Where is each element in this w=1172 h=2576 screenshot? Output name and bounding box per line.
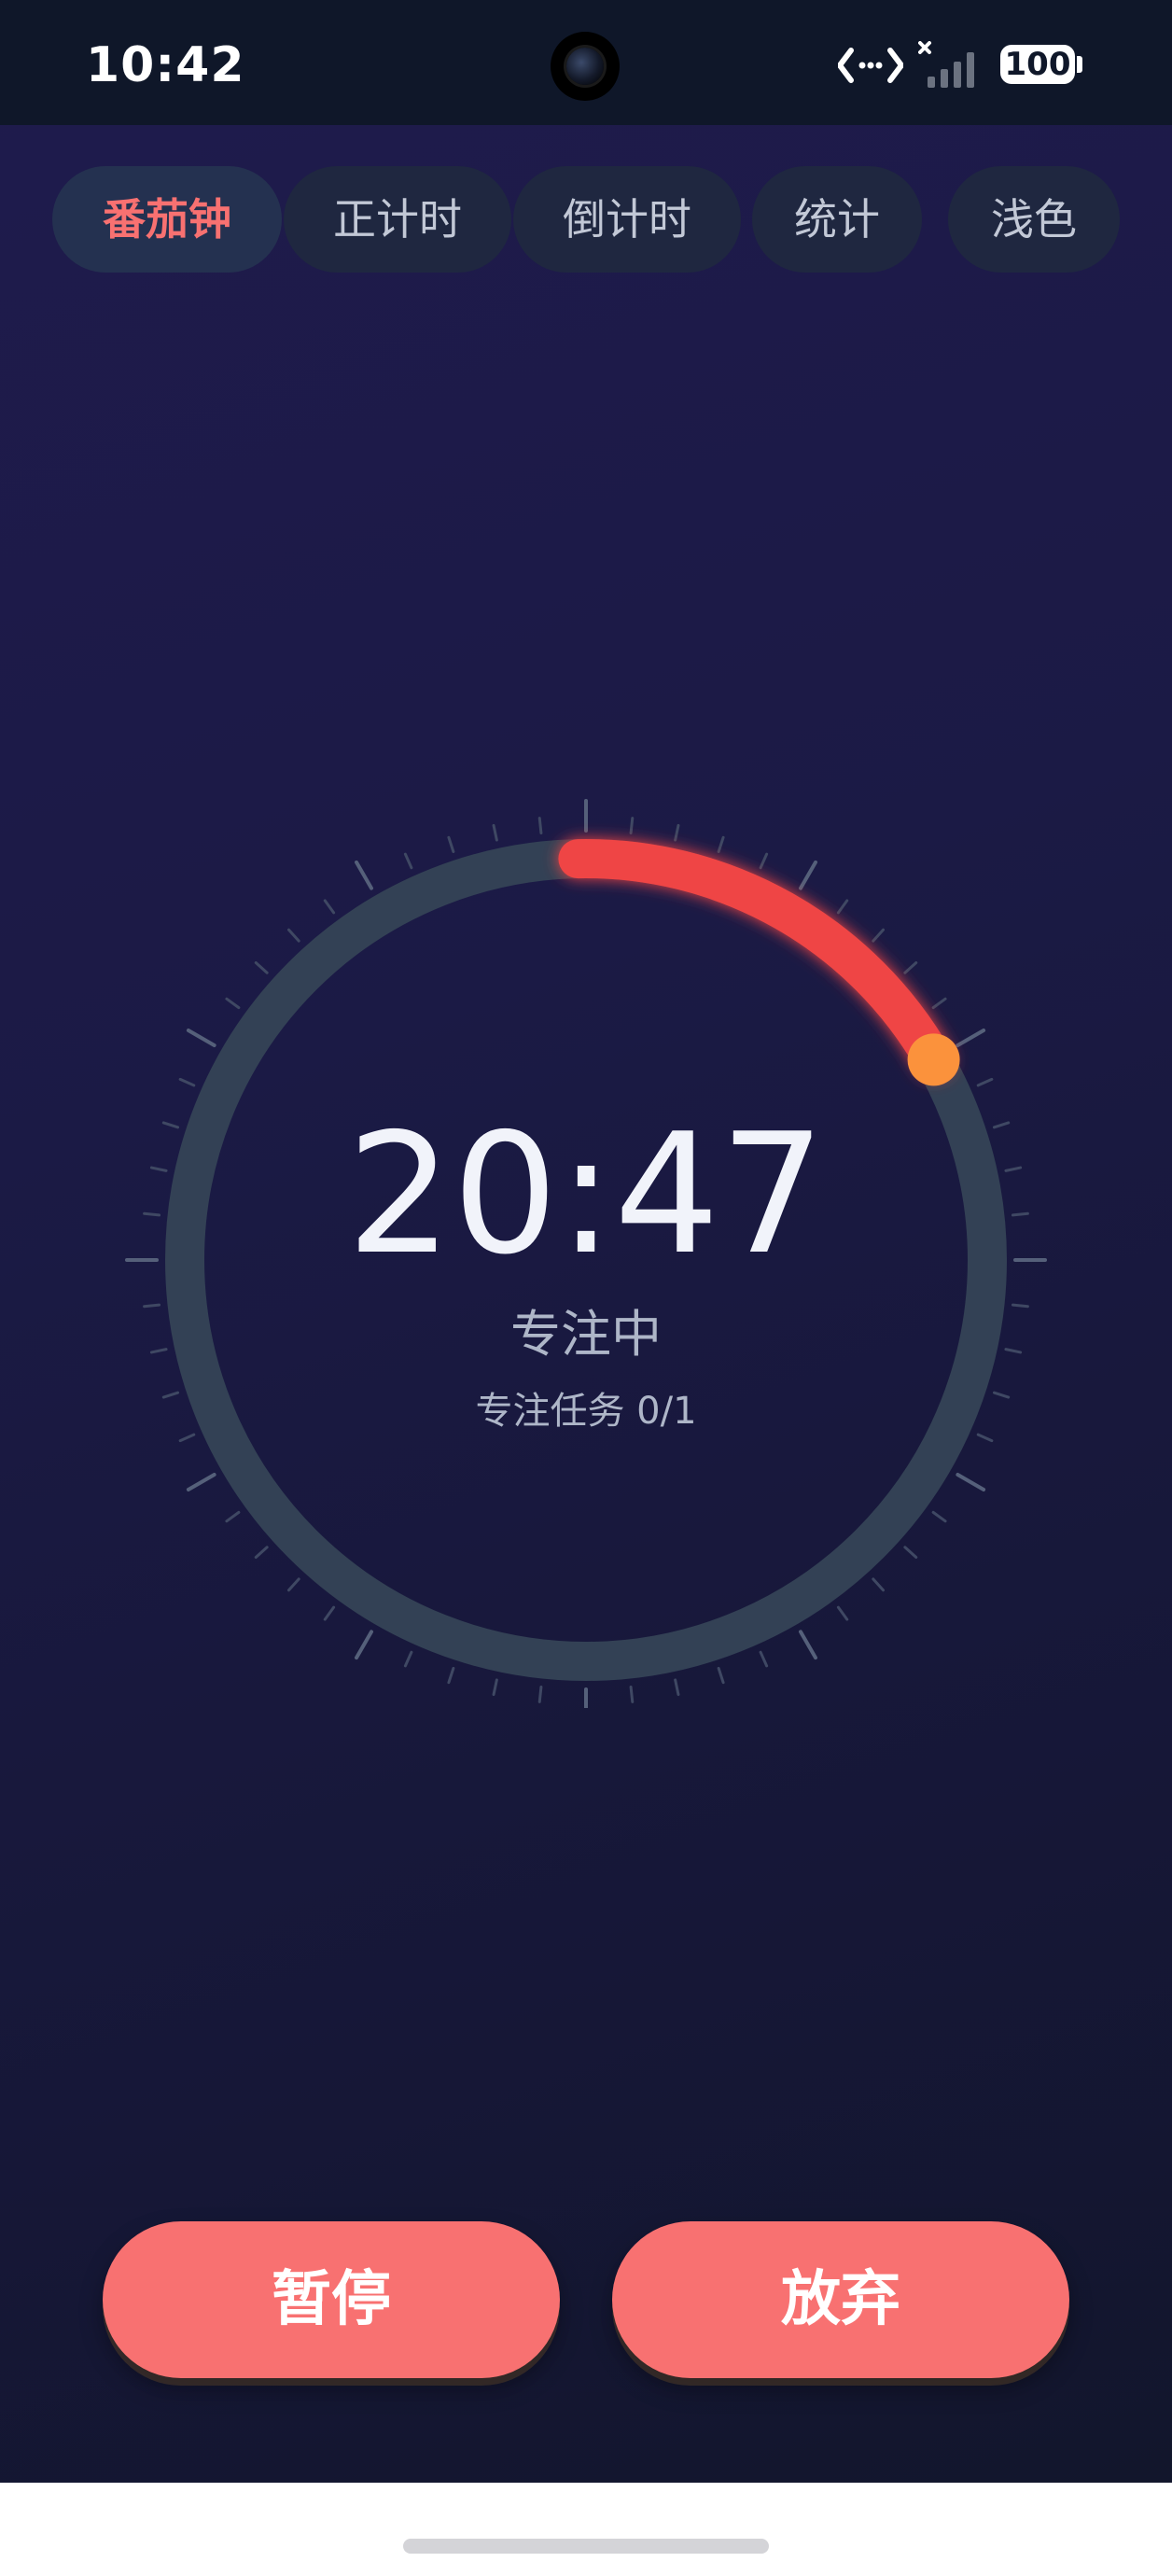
dial-tick bbox=[717, 1666, 725, 1685]
dial-tick bbox=[447, 835, 455, 854]
dial-tick bbox=[956, 1473, 986, 1491]
abandon-button[interactable]: 放弃 bbox=[612, 2221, 1069, 2378]
dial-tick bbox=[799, 860, 817, 890]
status-icons: 100 bbox=[838, 39, 1082, 91]
dial-tick bbox=[836, 899, 849, 915]
tab-statistics[interactable]: 统计 bbox=[752, 166, 922, 273]
dial-tick bbox=[629, 1685, 635, 1703]
battery-icon: 100 bbox=[1000, 45, 1075, 84]
dial-tick bbox=[799, 1630, 817, 1660]
dial-tick bbox=[717, 835, 725, 854]
dial-tick bbox=[355, 860, 373, 890]
dial-tick bbox=[447, 1666, 455, 1685]
dial-tick bbox=[759, 852, 769, 870]
tab-stopwatch[interactable]: 正计时 bbox=[284, 166, 511, 273]
status-bar: 10:42 100 bbox=[0, 0, 1172, 125]
home-indicator[interactable] bbox=[403, 2539, 769, 2554]
dial-tick bbox=[674, 1678, 680, 1697]
dial-tick bbox=[186, 1029, 216, 1047]
dial-tick bbox=[872, 928, 886, 943]
dial-tick bbox=[403, 1650, 413, 1668]
dial-tick bbox=[225, 997, 241, 1010]
tab-countdown[interactable]: 倒计时 bbox=[513, 166, 741, 273]
tab-light-theme[interactable]: 浅色 bbox=[948, 166, 1120, 273]
dial-tick bbox=[492, 823, 498, 842]
dial-tick bbox=[931, 1510, 947, 1523]
dial-tick bbox=[178, 1077, 196, 1087]
dial-tick bbox=[254, 960, 269, 974]
dial-tick bbox=[629, 817, 635, 835]
status-time: 10:42 bbox=[86, 37, 245, 93]
dial-tick bbox=[403, 852, 413, 870]
dial-tick bbox=[323, 1605, 336, 1621]
data-transfer-icon bbox=[838, 48, 903, 83]
pause-button[interactable]: 暂停 bbox=[103, 2221, 560, 2378]
dial-tick bbox=[537, 1685, 543, 1703]
dial-tick bbox=[872, 1577, 886, 1592]
dial-tick bbox=[355, 1630, 373, 1660]
progress-knob[interactable] bbox=[907, 1033, 960, 1086]
timer-status: 专注中 bbox=[510, 1305, 662, 1364]
dial-tick bbox=[976, 1077, 994, 1087]
dial-tick bbox=[286, 1577, 300, 1592]
dial-tick bbox=[254, 1546, 269, 1560]
dial-tick bbox=[186, 1473, 216, 1491]
dial-tick bbox=[931, 997, 947, 1010]
dial-tick bbox=[225, 1510, 241, 1523]
dial-tick bbox=[674, 823, 680, 842]
signal-icon bbox=[918, 41, 974, 88]
tab-pomodoro[interactable]: 番茄钟 bbox=[52, 166, 282, 273]
dial-tick bbox=[286, 928, 300, 943]
task-progress: 专注任务 0/1 bbox=[475, 1390, 697, 1433]
dial-tick bbox=[903, 1546, 918, 1560]
dial-tick bbox=[323, 899, 336, 915]
timer-display: 20:47 bbox=[346, 1098, 826, 1291]
dial-tick bbox=[537, 817, 543, 835]
dial-tick bbox=[956, 1029, 986, 1047]
battery-tip bbox=[1077, 56, 1082, 73]
camera-icon bbox=[551, 32, 620, 101]
dial-tick bbox=[903, 960, 918, 974]
dial-tick bbox=[492, 1678, 498, 1697]
progress-arc bbox=[558, 839, 954, 1080]
app-screen: 10:42 100 番茄钟 正计时 倒计时 统计 浅色 20:47 专注中 专注… bbox=[0, 0, 1172, 2483]
dial-tick bbox=[759, 1650, 769, 1668]
dial-tick bbox=[836, 1605, 849, 1621]
